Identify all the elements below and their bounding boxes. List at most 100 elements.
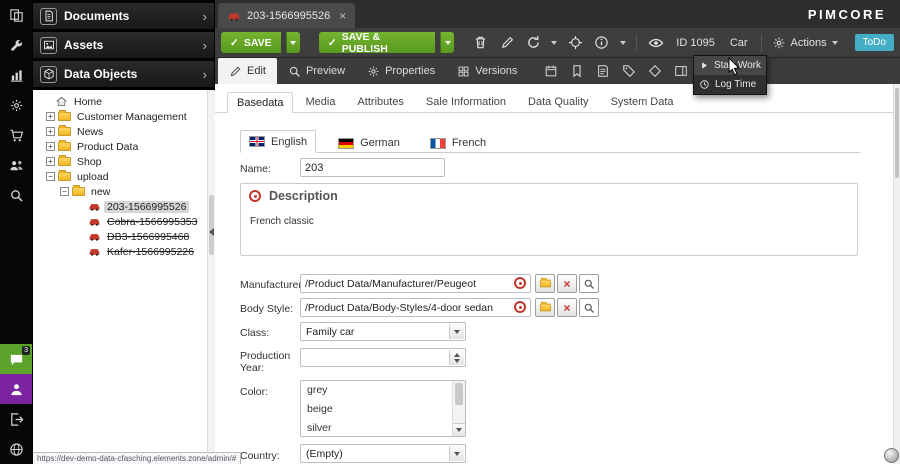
reload-button[interactable] xyxy=(523,32,544,54)
collapse-icon[interactable]: − xyxy=(46,172,55,181)
search-icon[interactable] xyxy=(0,180,32,210)
reports-icon[interactable] xyxy=(0,60,32,90)
scroll-down-icon[interactable] xyxy=(453,423,465,436)
tab-properties[interactable]: Properties xyxy=(356,58,446,84)
profile-icon[interactable] xyxy=(0,374,32,404)
tab-versions[interactable]: Versions xyxy=(446,58,528,84)
tree-item-upload[interactable]: − upload xyxy=(33,169,214,184)
tree-item-shop[interactable]: + Shop xyxy=(33,154,214,169)
lang-tab-french[interactable]: French xyxy=(422,134,494,152)
body-style-remove-button[interactable]: × xyxy=(557,298,577,317)
logout-icon[interactable] xyxy=(0,404,32,434)
country-select[interactable]: (Empty) xyxy=(300,444,466,463)
actions-menu-button[interactable]: Actions xyxy=(772,36,838,50)
pimcore-ball-icon[interactable] xyxy=(884,448,899,463)
body-style-search-button[interactable] xyxy=(579,298,599,317)
chevron-down-icon[interactable] xyxy=(449,324,464,339)
rename-button[interactable] xyxy=(496,32,517,54)
save-publish-button[interactable]: ✓ SAVE & PUBLISH xyxy=(319,32,435,53)
ecommerce-icon[interactable] xyxy=(0,120,32,150)
open-preview-button[interactable] xyxy=(645,32,666,54)
lang-tab-german[interactable]: German xyxy=(330,134,408,152)
schedule-button[interactable] xyxy=(538,58,564,84)
tab-data-quality[interactable]: Data Quality xyxy=(518,91,599,112)
tree-scrollbar[interactable] xyxy=(207,90,215,464)
option-beige[interactable]: beige xyxy=(301,400,465,419)
collapse-icon[interactable]: − xyxy=(60,187,69,196)
manufacturer-relation-field[interactable]: /Product Data/Manufacturer/Peugeot xyxy=(300,274,531,293)
name-input[interactable] xyxy=(300,158,445,177)
body-style-label: Body Style: xyxy=(240,303,293,315)
sidebar-section-documents[interactable]: Documents › xyxy=(33,3,214,29)
tree-item-kafer[interactable]: Kafer-1566995226 xyxy=(33,244,214,259)
target-icon[interactable] xyxy=(514,277,526,289)
section-label: Data Objects xyxy=(64,67,137,81)
reload-dropdown-button[interactable] xyxy=(549,32,560,54)
tab-media[interactable]: Media xyxy=(295,91,345,112)
delete-button[interactable] xyxy=(470,32,491,54)
dependencies-button[interactable] xyxy=(642,58,668,84)
body-style-open-button[interactable] xyxy=(535,298,555,317)
listbox-scrollbar-thumb[interactable] xyxy=(455,383,463,405)
close-icon[interactable]: × xyxy=(339,9,346,23)
tree-item-203[interactable]: 203-1566995526 xyxy=(33,199,214,214)
chat-icon[interactable]: 3 xyxy=(0,344,32,374)
tree-scrollbar-thumb[interactable] xyxy=(209,195,214,255)
document-tab[interactable]: 203-1566995526 × xyxy=(218,3,355,28)
target-icon[interactable] xyxy=(514,301,526,313)
tab-system-data[interactable]: System Data xyxy=(601,91,684,112)
manufacturer-search-button[interactable] xyxy=(579,274,599,293)
expand-icon[interactable]: + xyxy=(46,127,55,136)
spinner-arrows[interactable] xyxy=(449,350,464,365)
save-dropdown-button[interactable] xyxy=(286,32,301,53)
globe-icon[interactable] xyxy=(0,434,32,464)
tools-icon[interactable] xyxy=(0,30,32,60)
customers-icon[interactable] xyxy=(0,150,32,180)
lang-tab-english[interactable]: English xyxy=(240,130,316,153)
save-button[interactable]: ✓ SAVE xyxy=(221,32,281,53)
menu-item-log-time[interactable]: Log Time xyxy=(694,75,766,94)
tree-item-new[interactable]: − new xyxy=(33,184,214,199)
tab-preview[interactable]: Preview xyxy=(277,58,356,84)
sidebar-section-assets[interactable]: Assets › xyxy=(33,32,214,58)
panel-collapse-icon[interactable] xyxy=(209,228,214,236)
tab-edit[interactable]: Edit xyxy=(218,58,277,84)
expand-icon[interactable]: + xyxy=(46,142,55,151)
production-year-spinner[interactable] xyxy=(300,348,466,367)
tree-item-cobra[interactable]: Cobra-1566995353 xyxy=(33,214,214,229)
manufacturer-open-button[interactable] xyxy=(535,274,555,293)
info-button[interactable] xyxy=(591,32,612,54)
option-grey[interactable]: grey xyxy=(301,381,465,400)
sidebar-section-data-objects[interactable]: Data Objects › xyxy=(33,61,214,87)
save-publish-dropdown-button[interactable] xyxy=(440,32,455,53)
chat-count-badge: 3 xyxy=(22,346,30,355)
tags-button[interactable] xyxy=(616,58,642,84)
notes-events-button[interactable] xyxy=(564,58,590,84)
tree-item-db3[interactable]: DB3-1566995468 xyxy=(33,229,214,244)
tree-item-product-data[interactable]: + Product Data xyxy=(33,139,214,154)
info-dropdown-button[interactable] xyxy=(617,32,628,54)
listbox-scrollbar[interactable] xyxy=(452,381,465,436)
option-silver[interactable]: silver xyxy=(301,419,465,437)
chevron-down-icon[interactable] xyxy=(449,446,464,461)
expand-icon[interactable]: + xyxy=(46,112,55,121)
body-style-relation-field[interactable]: /Product Data/Body-Styles/4-door sedan xyxy=(300,298,531,317)
tab-sale-information[interactable]: Sale Information xyxy=(416,91,516,112)
expand-icon[interactable]: + xyxy=(46,157,55,166)
description-text[interactable]: French classic xyxy=(241,208,857,235)
tab-attributes[interactable]: Attributes xyxy=(347,91,413,112)
tab-basedata[interactable]: Basedata xyxy=(227,92,293,113)
layout-button[interactable] xyxy=(668,58,694,84)
class-select[interactable]: Family car xyxy=(300,322,466,341)
files-icon[interactable] xyxy=(0,0,32,30)
content-scrollbar-thumb[interactable] xyxy=(895,88,899,178)
locate-in-tree-button[interactable] xyxy=(565,32,586,54)
tree-item-news[interactable]: + News xyxy=(33,124,214,139)
reports-button[interactable] xyxy=(590,58,616,84)
tree-item-home[interactable]: Home xyxy=(33,94,214,109)
manufacturer-remove-button[interactable]: × xyxy=(557,274,577,293)
tree-item-customer-management[interactable]: + Customer Management xyxy=(33,109,214,124)
content-scrollbar[interactable] xyxy=(893,84,900,464)
settings-icon[interactable] xyxy=(0,90,32,120)
color-multiselect[interactable]: grey beige silver xyxy=(300,380,466,437)
